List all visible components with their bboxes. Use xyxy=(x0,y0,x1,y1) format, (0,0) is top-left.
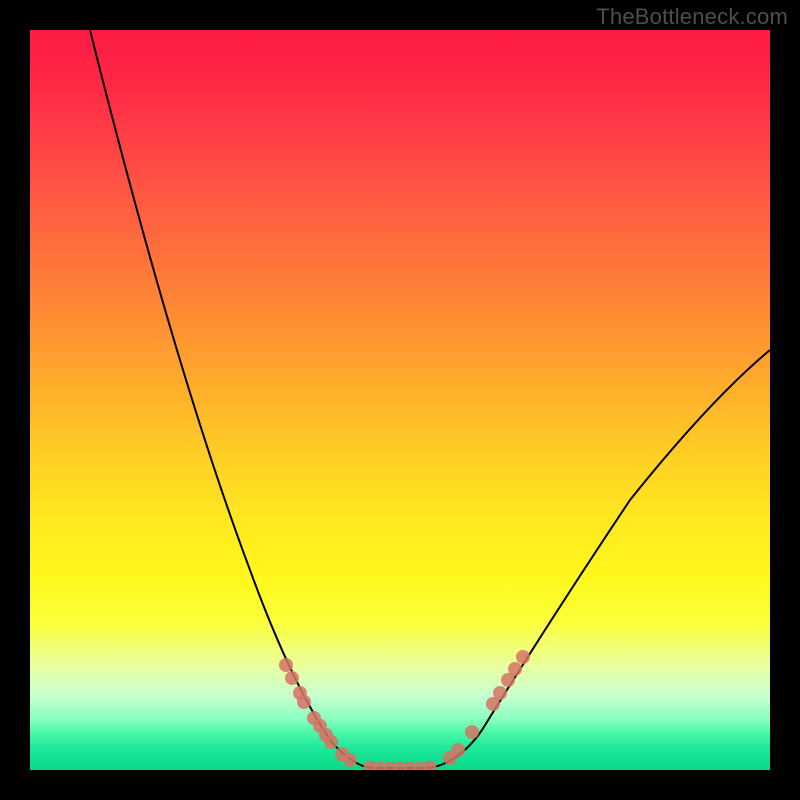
curve-svg xyxy=(30,30,770,770)
attribution-label: TheBottleneck.com xyxy=(596,4,788,30)
data-point xyxy=(508,662,522,676)
data-point xyxy=(424,761,437,771)
data-point xyxy=(343,753,357,767)
plot-area xyxy=(30,30,770,770)
data-point xyxy=(493,686,507,700)
data-point xyxy=(279,658,293,672)
data-point xyxy=(465,725,479,739)
data-point xyxy=(324,735,338,749)
data-markers xyxy=(279,650,530,770)
data-point xyxy=(516,650,530,664)
data-point xyxy=(451,743,465,757)
data-point xyxy=(297,695,311,709)
data-point xyxy=(285,671,299,685)
bottleneck-curve-left xyxy=(90,30,370,768)
bottleneck-curve-right xyxy=(430,350,770,768)
chart-frame: TheBottleneck.com xyxy=(0,0,800,800)
